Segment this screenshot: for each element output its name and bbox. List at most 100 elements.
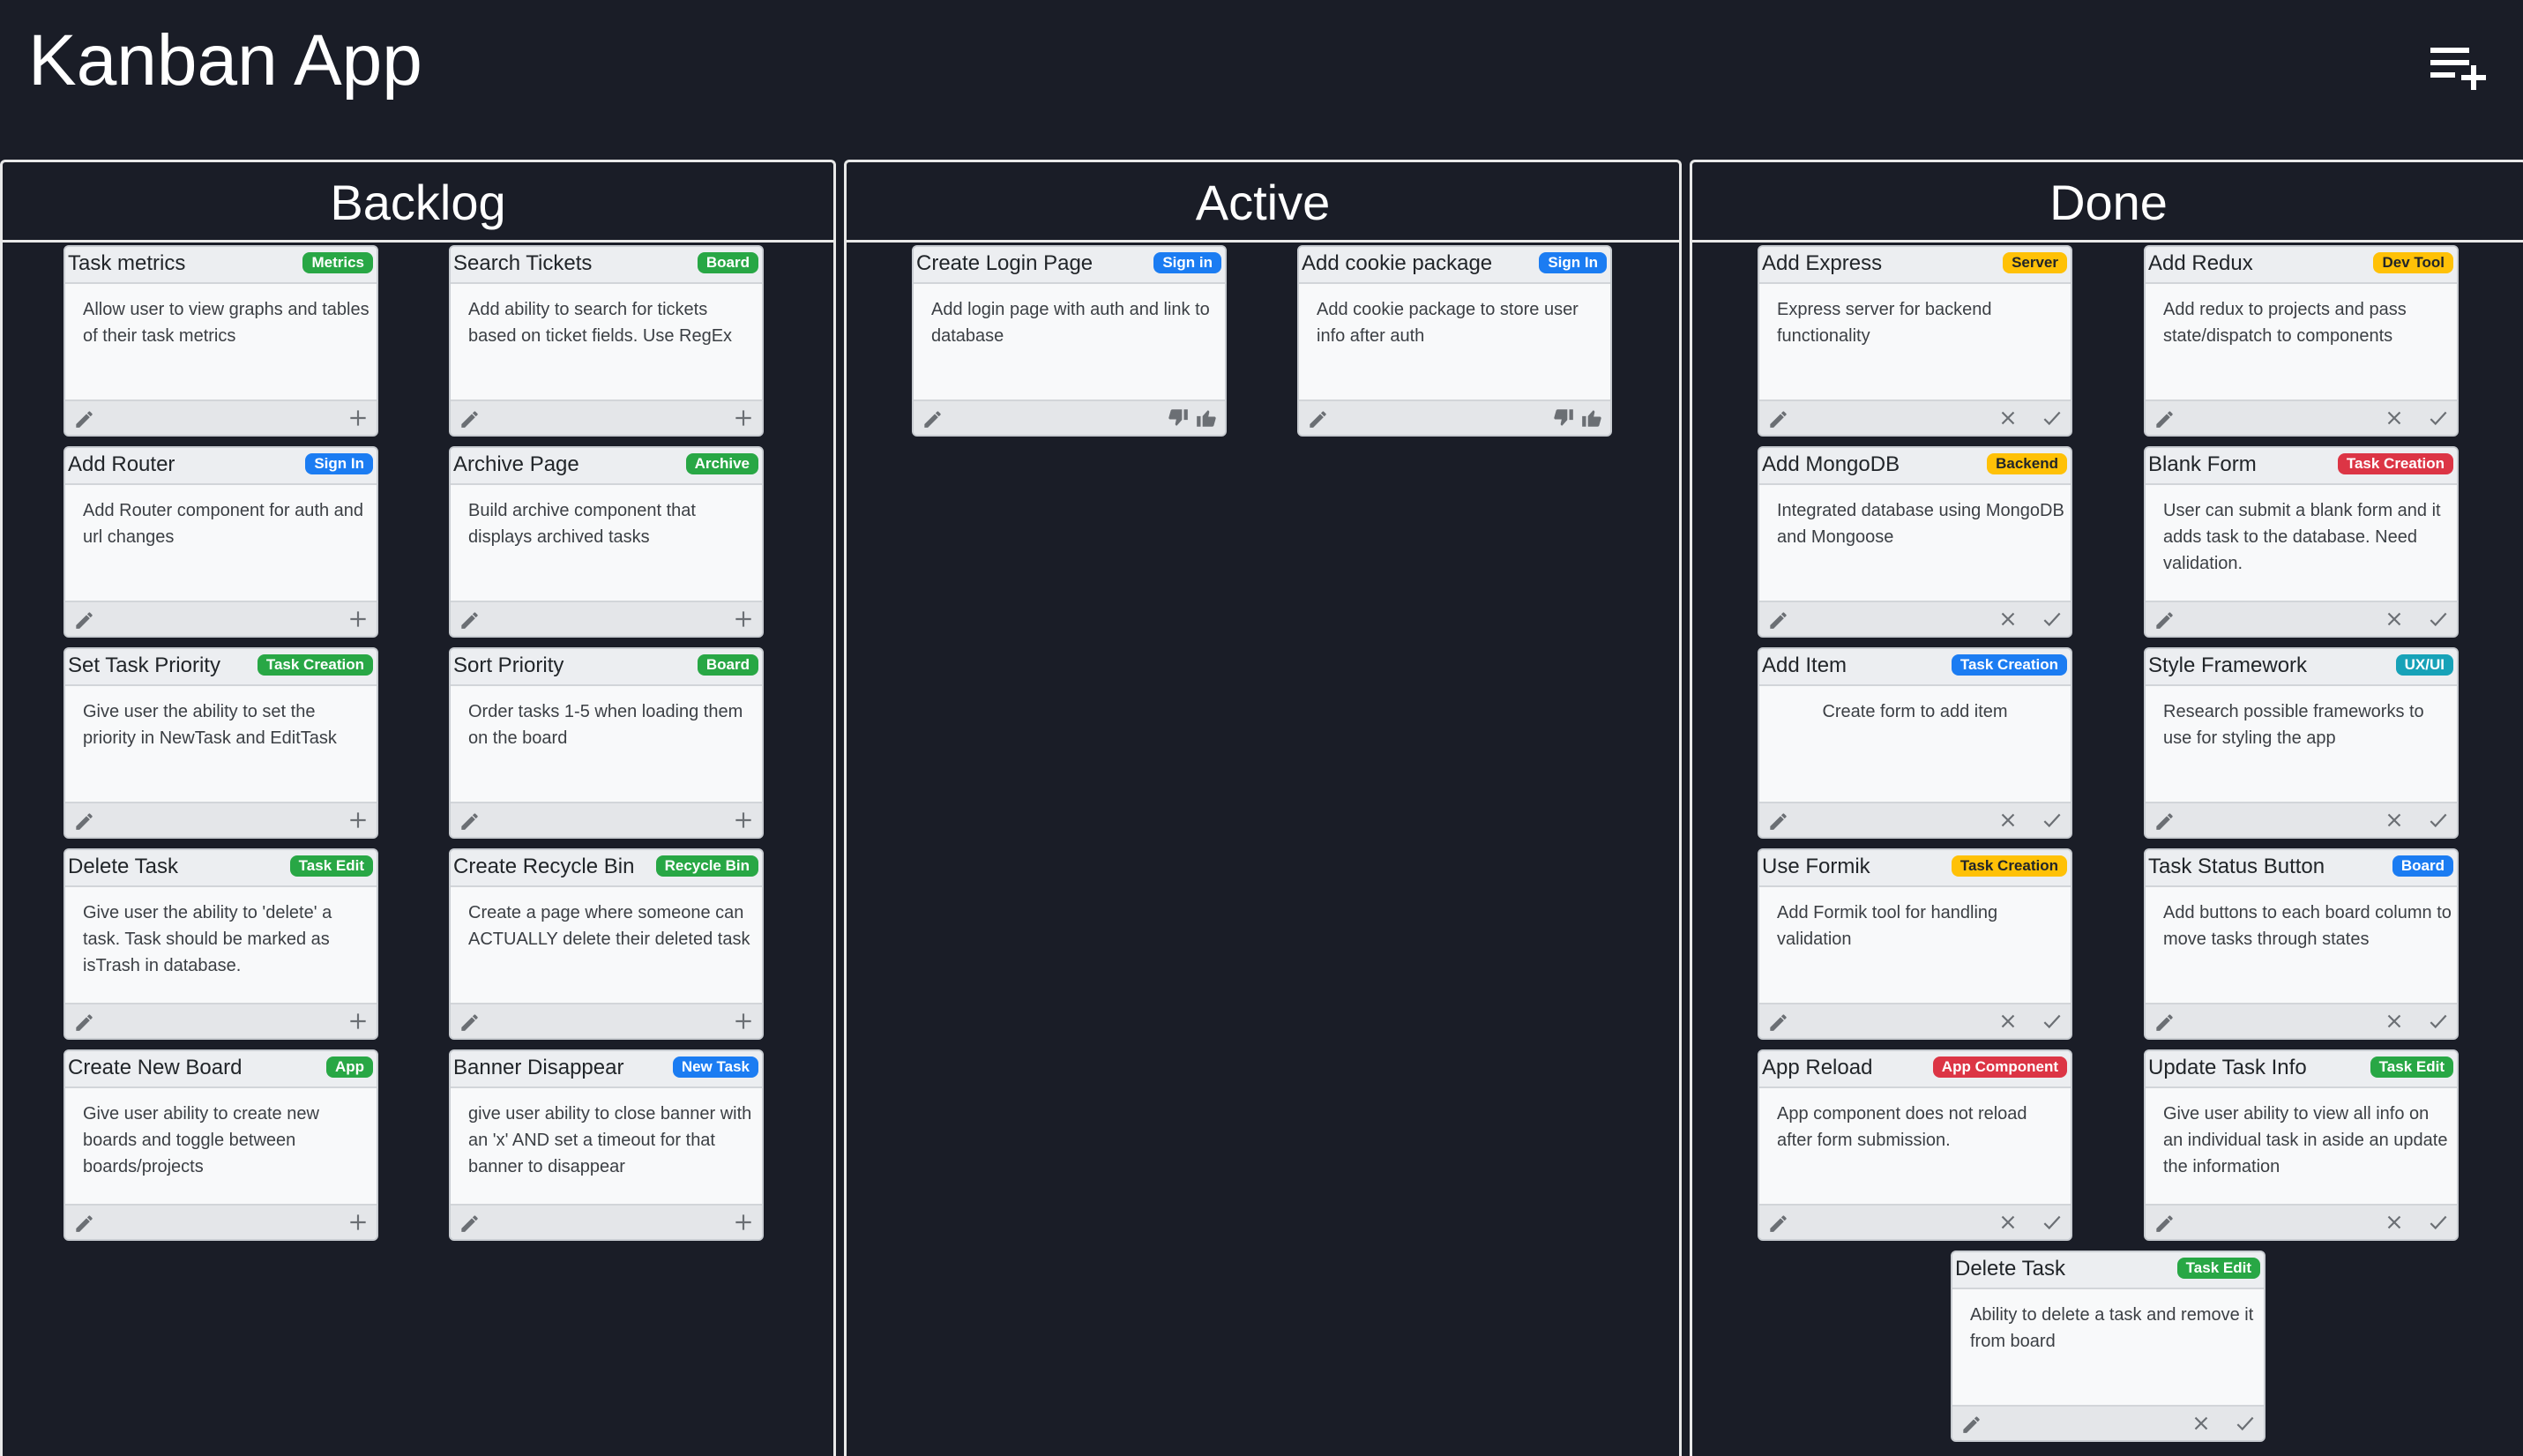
reject-button[interactable] bbox=[1995, 1008, 2021, 1034]
card-header: Add Router Sign In bbox=[65, 448, 377, 485]
card-footer bbox=[65, 399, 377, 435]
task-card[interactable]: Task metrics Metrics Allow user to view gr… bbox=[63, 245, 378, 437]
edit-button[interactable] bbox=[456, 1209, 482, 1236]
card-title: Add Express bbox=[1762, 251, 1883, 275]
task-card[interactable]: Delete Task Task Edit Ability to delete a … bbox=[1951, 1251, 2265, 1442]
app-title: Kanban App bbox=[28, 20, 422, 101]
edit-button[interactable] bbox=[1765, 1209, 1791, 1236]
add-board-button[interactable] bbox=[2429, 42, 2492, 92]
edit-button[interactable] bbox=[1765, 807, 1791, 833]
task-card[interactable]: Create Recycle Bin Recycle Bin Create a pa… bbox=[449, 848, 764, 1040]
task-card[interactable]: Set Task Priority Task Creation Give user … bbox=[63, 647, 378, 839]
add-button[interactable] bbox=[730, 807, 757, 833]
card-title: Style Framework bbox=[2148, 653, 2308, 677]
task-card[interactable]: Add Router Sign In Add Router component fo… bbox=[63, 446, 378, 638]
task-card[interactable]: Blank Form Task Creation User can submit a… bbox=[2144, 446, 2459, 638]
edit-button[interactable] bbox=[456, 606, 482, 632]
task-card[interactable]: Banner Disappear New Task give user abilit… bbox=[449, 1049, 764, 1241]
task-card[interactable]: Create Login Page Sign in Add login page w… bbox=[912, 245, 1227, 437]
card-header: Search Tickets Board bbox=[451, 247, 762, 284]
thumbs-up-button[interactable] bbox=[1193, 405, 1220, 431]
column-title: Backlog bbox=[3, 162, 833, 243]
reject-button[interactable] bbox=[2188, 1410, 2214, 1437]
add-button[interactable] bbox=[345, 1008, 371, 1034]
reject-button[interactable] bbox=[1995, 606, 2021, 632]
approve-button[interactable] bbox=[2039, 1008, 2065, 1034]
x-icon bbox=[2387, 612, 2401, 626]
approve-button[interactable] bbox=[2425, 405, 2452, 431]
thumbs-down-button[interactable] bbox=[1165, 405, 1191, 431]
edit-button[interactable] bbox=[2151, 606, 2177, 632]
reject-button[interactable] bbox=[1995, 1209, 2021, 1236]
approve-button[interactable] bbox=[2232, 1410, 2258, 1437]
task-card[interactable]: Add Item Task Creation Create form to add … bbox=[1758, 647, 2072, 839]
edit-button[interactable] bbox=[71, 1008, 97, 1034]
add-button[interactable] bbox=[345, 807, 371, 833]
task-card[interactable]: Use Formik Task Creation Add Formik tool f… bbox=[1758, 848, 2072, 1040]
reject-button[interactable] bbox=[2381, 807, 2407, 833]
edit-button[interactable] bbox=[2151, 1209, 2177, 1236]
thumbs-down-button[interactable] bbox=[1550, 405, 1577, 431]
add-button[interactable] bbox=[730, 606, 757, 632]
add-button[interactable] bbox=[730, 405, 757, 431]
approve-button[interactable] bbox=[2425, 1008, 2452, 1034]
task-card[interactable]: Style Framework UX/UI Research possible fr… bbox=[2144, 647, 2459, 839]
edit-button[interactable] bbox=[71, 807, 97, 833]
approve-button[interactable] bbox=[2425, 807, 2452, 833]
edit-button[interactable] bbox=[71, 606, 97, 632]
approve-button[interactable] bbox=[2039, 807, 2065, 833]
card-header: Create Login Page Sign in bbox=[914, 247, 1225, 284]
edit-button[interactable] bbox=[1304, 405, 1331, 431]
task-card[interactable]: Add MongoDB Backend Integrated database us… bbox=[1758, 446, 2072, 638]
task-card[interactable]: Task Status Button Board Add buttons to ea… bbox=[2144, 848, 2459, 1040]
task-card[interactable]: Add Express Server Express server for back… bbox=[1758, 245, 2072, 437]
tag-badge: Sign In bbox=[1539, 252, 1607, 273]
approve-button[interactable] bbox=[2425, 1209, 2452, 1236]
reject-button[interactable] bbox=[2381, 405, 2407, 431]
edit-button[interactable] bbox=[1958, 1410, 1984, 1437]
reject-button[interactable] bbox=[1995, 405, 2021, 431]
edit-button[interactable] bbox=[71, 1209, 97, 1236]
task-card[interactable]: Archive Page Archive Build archive compone… bbox=[449, 446, 764, 638]
edit-button[interactable] bbox=[456, 405, 482, 431]
approve-button[interactable] bbox=[2039, 405, 2065, 431]
add-button[interactable] bbox=[345, 405, 371, 431]
add-button[interactable] bbox=[730, 1209, 757, 1236]
approve-button[interactable] bbox=[2039, 606, 2065, 632]
task-card[interactable]: Search Tickets Board Add ability to search… bbox=[449, 245, 764, 437]
edit-button[interactable] bbox=[2151, 807, 2177, 833]
add-button[interactable] bbox=[730, 1008, 757, 1034]
card-title: Create Login Page bbox=[916, 251, 1094, 275]
thumbs-up-button[interactable] bbox=[1579, 405, 1605, 431]
edit-button[interactable] bbox=[456, 807, 482, 833]
approve-button[interactable] bbox=[2425, 606, 2452, 632]
edit-button[interactable] bbox=[919, 405, 945, 431]
pencil-icon bbox=[1963, 1416, 1980, 1433]
edit-button[interactable] bbox=[1765, 606, 1791, 632]
edit-button[interactable] bbox=[1765, 405, 1791, 431]
add-button[interactable] bbox=[345, 606, 371, 632]
card-footer bbox=[65, 802, 377, 837]
edit-button[interactable] bbox=[2151, 405, 2177, 431]
reject-button[interactable] bbox=[2381, 1209, 2407, 1236]
task-card[interactable]: Update Task Info Task Edit Give user abili… bbox=[2144, 1049, 2459, 1241]
task-card[interactable]: Delete Task Task Edit Give user the abilit… bbox=[63, 848, 378, 1040]
pencil-icon bbox=[2156, 612, 2173, 629]
edit-button[interactable] bbox=[1765, 1008, 1791, 1034]
reject-button[interactable] bbox=[2381, 606, 2407, 632]
approve-button[interactable] bbox=[2039, 1209, 2065, 1236]
task-card[interactable]: Sort Priority Board Order tasks 1-5 when l… bbox=[449, 647, 764, 839]
task-card[interactable]: Add Redux Dev Tool Add redux to projects a… bbox=[2144, 245, 2459, 437]
card-description: give user ability to close banner with a… bbox=[468, 1104, 752, 1176]
edit-button[interactable] bbox=[71, 405, 97, 431]
edit-button[interactable] bbox=[2151, 1008, 2177, 1034]
reject-button[interactable] bbox=[2381, 1008, 2407, 1034]
check-icon bbox=[2043, 612, 2061, 627]
task-card[interactable]: Create New Board App Give user ability to … bbox=[63, 1049, 378, 1241]
task-card[interactable]: Add cookie package Sign In Add cookie pack… bbox=[1297, 245, 1612, 437]
add-button[interactable] bbox=[345, 1209, 371, 1236]
task-card[interactable]: App Reload App Component App component doe… bbox=[1758, 1049, 2072, 1241]
thumbs-up-icon bbox=[1582, 410, 1601, 427]
edit-button[interactable] bbox=[456, 1008, 482, 1034]
reject-button[interactable] bbox=[1995, 807, 2021, 833]
